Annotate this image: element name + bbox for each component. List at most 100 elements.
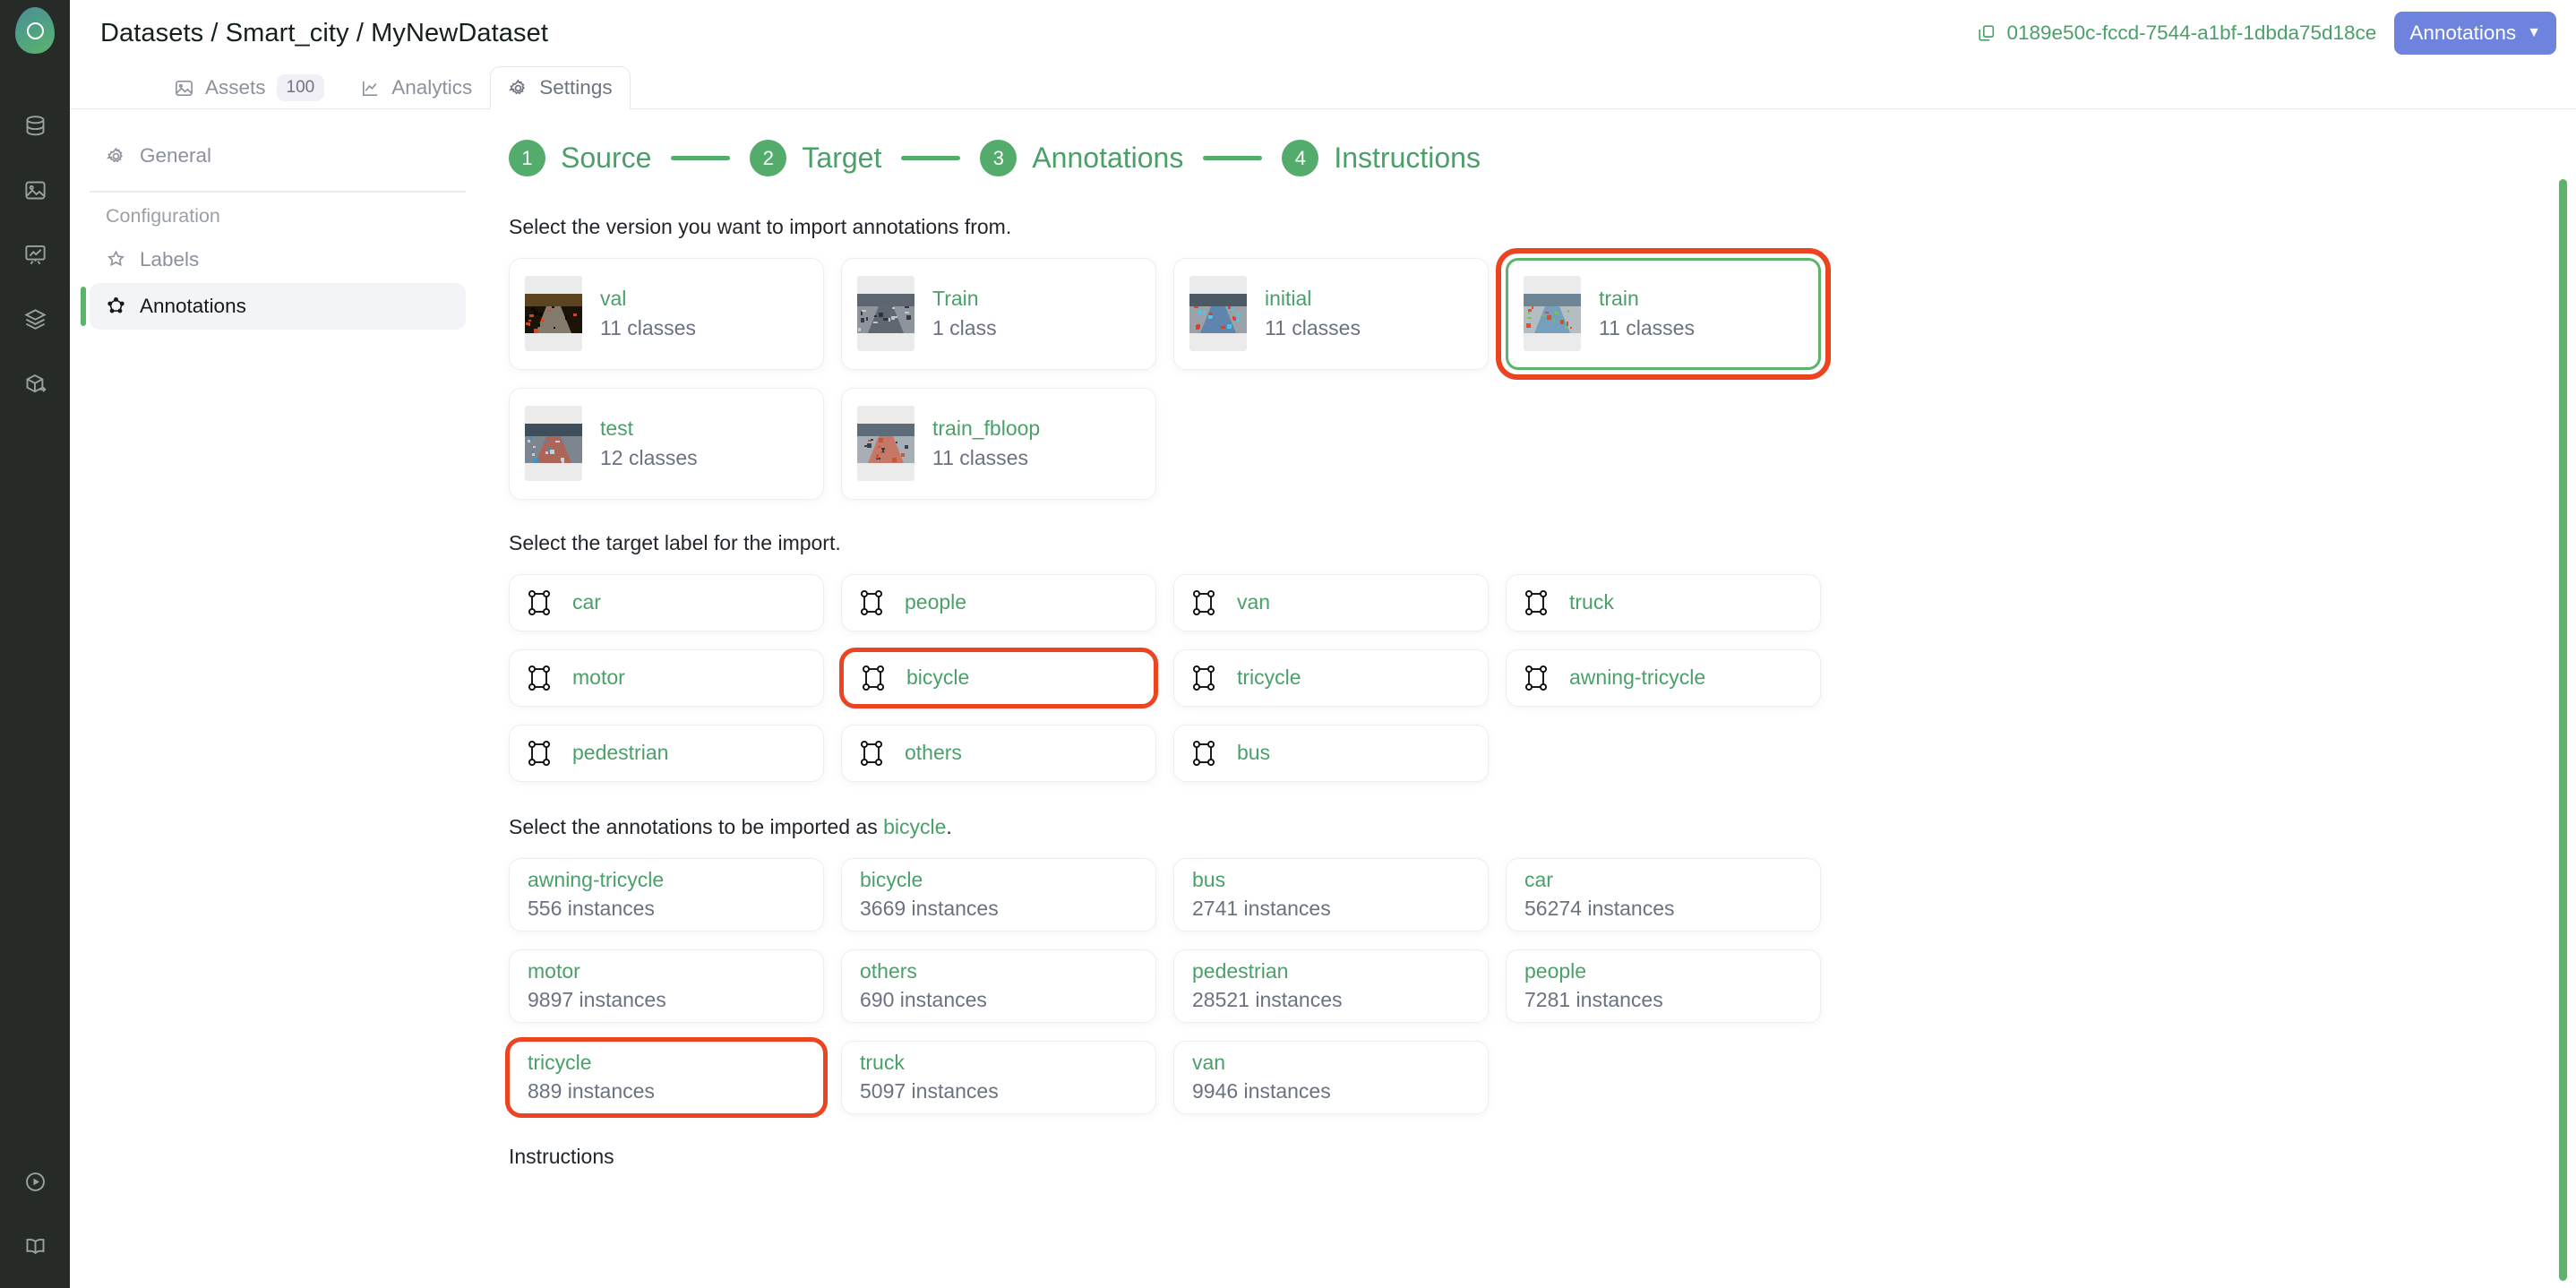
version-card-grid: val11 classesTrain1 classinitial11 class… — [509, 258, 2576, 500]
step-target-number: 2 — [750, 140, 786, 176]
annotation-instance-card[interactable]: bicycle3669 instances — [841, 858, 1156, 932]
annotation-instance-count: 56274 instances — [1524, 897, 1802, 922]
version-card[interactable]: val11 classes — [509, 258, 824, 370]
rail-item-docs[interactable] — [0, 1224, 70, 1288]
target-label-name: awning-tricycle — [1569, 665, 1705, 690]
dataset-id-copy[interactable]: 0189e50c-fccd-7544-a1bf-1dbda75d18ce — [1977, 21, 2376, 45]
bounding-box-icon — [1192, 740, 1215, 767]
target-label-card[interactable]: awning-tricycle — [1506, 649, 1821, 707]
annotation-instance-count: 28521 instances — [1192, 988, 1470, 1013]
annotation-instance-count: 556 instances — [528, 897, 805, 922]
version-thumbnail — [1524, 276, 1581, 351]
step-instructions[interactable]: 4 Instructions — [1282, 140, 1481, 176]
annotation-instance-card[interactable]: others690 instances — [841, 949, 1156, 1023]
version-class-count: 11 classes — [1265, 316, 1361, 341]
annotation-instance-card[interactable]: tricycle889 instances — [509, 1041, 824, 1114]
rail-item-analytics[interactable] — [0, 222, 70, 287]
rail-item-datasets[interactable] — [0, 93, 70, 158]
target-label-card[interactable]: car — [509, 574, 824, 631]
target-label-card[interactable]: pedestrian — [509, 725, 824, 782]
tab-analytics[interactable]: Analytics — [342, 66, 490, 109]
bounding-box-icon — [1524, 589, 1548, 616]
annotation-instance-card[interactable]: motor9897 instances — [509, 949, 824, 1023]
rail-item-tutorial[interactable] — [0, 1159, 70, 1224]
annotation-instance-count: 5097 instances — [860, 1079, 1138, 1104]
annotation-instance-card[interactable]: people7281 instances — [1506, 949, 1821, 1023]
version-card[interactable]: train_fbloop 11 classes — [841, 388, 1156, 500]
version-class-count: 11 classes — [932, 446, 1040, 471]
annotations-prompt-suffix: . — [946, 815, 951, 838]
polygon-icon — [106, 296, 126, 316]
annotation-instance-card[interactable]: truck 5097 instances — [841, 1041, 1156, 1114]
dataset-id-text: 0189e50c-fccd-7544-a1bf-1dbda75d18ce — [2006, 21, 2376, 45]
bounding-box-icon — [528, 740, 551, 767]
annotation-instance-card[interactable]: car56274 instances — [1506, 858, 1821, 932]
version-thumbnail — [525, 276, 582, 351]
target-label-name: van — [1237, 590, 1270, 614]
target-label-card[interactable]: motor — [509, 649, 824, 707]
step-target[interactable]: 2 Target — [750, 140, 881, 176]
sidebar-item-labels[interactable]: Labels — [90, 236, 466, 283]
breadcrumb: Datasets / Smart_city / MyNewDataset — [100, 19, 548, 48]
annotations-prompt: Select the annotations to be imported as… — [509, 814, 2576, 841]
version-card[interactable]: test12 classes — [509, 388, 824, 500]
app-logo[interactable] — [15, 7, 55, 54]
annotation-instance-card[interactable]: van 9946 instances — [1173, 1041, 1489, 1114]
copy-icon — [1977, 23, 1996, 43]
step-source-number: 1 — [509, 140, 545, 176]
annotation-instance-card[interactable]: bus2741 instances — [1173, 858, 1489, 932]
annotation-instance-card[interactable]: awning-tricycle556 instances — [509, 858, 824, 932]
target-label-name: others — [905, 741, 962, 765]
target-label-card[interactable]: truck — [1506, 574, 1821, 631]
version-class-count: 1 class — [932, 316, 997, 341]
bounding-box-icon — [1192, 589, 1215, 616]
annotation-instance-count: 2741 instances — [1192, 897, 1470, 922]
sidebar-item-labels-label: Labels — [140, 248, 199, 271]
version-thumbnail — [525, 406, 582, 481]
step-annotations-number: 3 — [980, 140, 1017, 176]
gear-icon — [508, 78, 528, 99]
version-name: train_fbloop — [932, 416, 1040, 442]
version-card[interactable]: initial11 classes — [1173, 258, 1489, 370]
target-label-card[interactable]: bicycle — [841, 649, 1156, 707]
annotation-instance-card[interactable]: pedestrian28521 instances — [1173, 949, 1489, 1023]
version-card[interactable]: train11 classes — [1506, 258, 1821, 370]
topbar: Datasets / Smart_city / MyNewDataset 018… — [70, 0, 2576, 66]
rail-item-export[interactable] — [0, 351, 70, 416]
bounding-box-icon — [860, 740, 883, 767]
target-label-card[interactable]: others — [841, 725, 1156, 782]
annotations-dropdown-button[interactable]: Annotations ▼ — [2394, 12, 2556, 55]
sidebar-item-general[interactable]: General — [90, 133, 466, 179]
annotation-instance-count: 9946 instances — [1192, 1079, 1470, 1104]
bounding-box-icon — [1524, 665, 1548, 691]
target-label-card[interactable]: bus — [1173, 725, 1489, 782]
rail-item-models[interactable] — [0, 287, 70, 351]
annotation-class-name: van — [1192, 1051, 1470, 1076]
step-annotations[interactable]: 3 Annotations — [980, 140, 1183, 176]
version-card[interactable]: Train1 class — [841, 258, 1156, 370]
annotations-prompt-target: bicycle — [883, 815, 946, 838]
target-label-card[interactable]: people — [841, 574, 1156, 631]
primary-nav-rail — [0, 0, 70, 1288]
annotation-instance-count: 3669 instances — [860, 897, 1138, 922]
target-label-card[interactable]: van — [1173, 574, 1489, 631]
sidebar-group-label: Configuration — [90, 205, 466, 228]
sidebar-divider — [90, 191, 466, 193]
target-label-name: bicycle — [906, 665, 969, 690]
step-source[interactable]: 1 Source — [509, 140, 651, 176]
version-name: train — [1599, 287, 1695, 312]
vertical-scrollbar[interactable] — [2559, 179, 2567, 1281]
main-panel: 1 Source 2 Target 3 Annotations — [485, 109, 2576, 1288]
annotation-instance-count: 9897 instances — [528, 988, 805, 1013]
target-label-card[interactable]: tricycle — [1173, 649, 1489, 707]
gear-icon — [106, 146, 126, 167]
sidebar-item-annotations[interactable]: Annotations — [90, 283, 466, 330]
target-prompt: Select the target label for the import. — [509, 530, 2576, 557]
tab-settings[interactable]: Settings — [490, 66, 630, 109]
rail-item-assets[interactable] — [0, 158, 70, 222]
step-annotations-label: Annotations — [1032, 142, 1183, 175]
content-column: Datasets / Smart_city / MyNewDataset 018… — [70, 0, 2576, 1288]
tab-assets[interactable]: Assets 100 — [156, 66, 342, 109]
chart-line-icon — [360, 78, 381, 99]
annotation-class-name: truck — [860, 1051, 1138, 1076]
